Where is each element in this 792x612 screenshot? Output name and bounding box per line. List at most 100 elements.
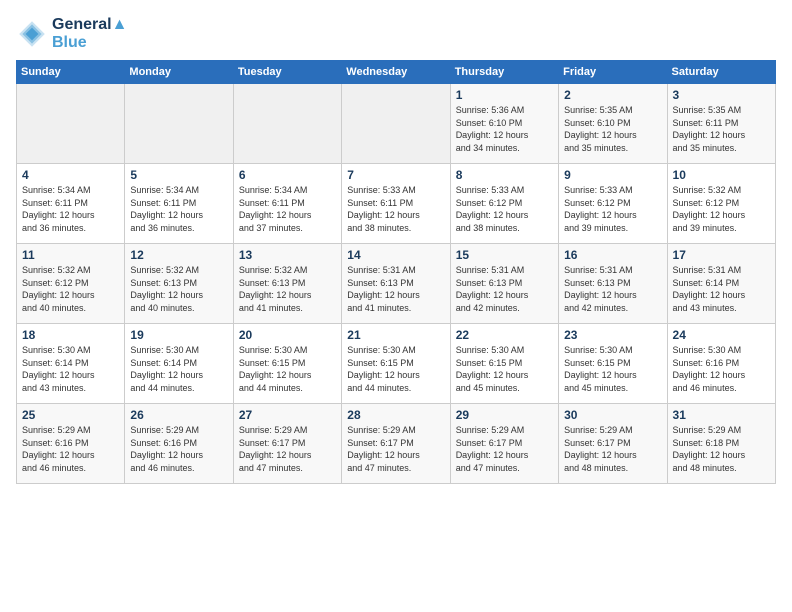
day-number: 14 [347,248,444,262]
calendar-day-cell [125,84,233,164]
day-number: 24 [673,328,770,342]
calendar-day-cell: 24 Sunrise: 5:30 AM Sunset: 6:16 PM Dayli… [667,324,775,404]
day-of-week-header: Sunday [17,61,125,84]
calendar-day-cell: 4 Sunrise: 5:34 AM Sunset: 6:11 PM Daylig… [17,164,125,244]
calendar-day-cell: 11 Sunrise: 5:32 AM Sunset: 6:12 PM Dayli… [17,244,125,324]
day-of-week-header: Thursday [450,61,558,84]
calendar-day-cell: 25 Sunrise: 5:29 AM Sunset: 6:16 PM Dayli… [17,404,125,484]
calendar-day-cell [233,84,341,164]
day-info: Sunrise: 5:33 AM Sunset: 6:12 PM Dayligh… [564,184,661,234]
calendar-week-row: 1 Sunrise: 5:36 AM Sunset: 6:10 PM Daylig… [17,84,776,164]
calendar-day-cell: 13 Sunrise: 5:32 AM Sunset: 6:13 PM Dayli… [233,244,341,324]
page-header: General▲ Blue [16,16,776,52]
day-number: 16 [564,248,661,262]
day-number: 18 [22,328,119,342]
calendar-week-row: 11 Sunrise: 5:32 AM Sunset: 6:12 PM Dayli… [17,244,776,324]
calendar-day-cell: 28Sunrise: 5:29 AM Sunset: 6:17 PM Dayli… [342,404,450,484]
calendar-week-row: 4 Sunrise: 5:34 AM Sunset: 6:11 PM Daylig… [17,164,776,244]
day-of-week-header: Tuesday [233,61,341,84]
day-info: Sunrise: 5:34 AM Sunset: 6:11 PM Dayligh… [22,184,119,234]
day-number: 27 [239,408,336,422]
calendar-day-cell: 20 Sunrise: 5:30 AM Sunset: 6:15 PM Dayli… [233,324,341,404]
calendar-week-row: 25 Sunrise: 5:29 AM Sunset: 6:16 PM Dayli… [17,404,776,484]
day-number: 25 [22,408,119,422]
day-info: Sunrise: 5:29 AM Sunset: 6:17 PM Dayligh… [239,424,336,474]
day-info: Sunrise: 5:31 AM Sunset: 6:13 PM Dayligh… [564,264,661,314]
day-info: Sunrise: 5:29 AM Sunset: 6:17 PM Dayligh… [456,424,553,474]
calendar-day-cell: 31 Sunrise: 5:29 AM Sunset: 6:18 PM Dayli… [667,404,775,484]
day-number: 20 [239,328,336,342]
calendar-day-cell: 29Sunrise: 5:29 AM Sunset: 6:17 PM Dayli… [450,404,558,484]
day-info: Sunrise: 5:30 AM Sunset: 6:14 PM Dayligh… [130,344,227,394]
calendar-day-cell: 5 Sunrise: 5:34 AM Sunset: 6:11 PM Daylig… [125,164,233,244]
calendar-day-cell [342,84,450,164]
day-info: Sunrise: 5:32 AM Sunset: 6:12 PM Dayligh… [673,184,770,234]
day-number: 15 [456,248,553,262]
calendar-day-cell: 22 Sunrise: 5:30 AM Sunset: 6:15 PM Dayli… [450,324,558,404]
day-info: Sunrise: 5:32 AM Sunset: 6:13 PM Dayligh… [130,264,227,314]
day-number: 31 [673,408,770,422]
day-number: 10 [673,168,770,182]
day-number: 2 [564,88,661,102]
calendar-day-cell: 14 Sunrise: 5:31 AM Sunset: 6:13 PM Dayli… [342,244,450,324]
day-number: 23 [564,328,661,342]
day-info: Sunrise: 5:33 AM Sunset: 6:12 PM Dayligh… [456,184,553,234]
calendar-day-cell: 30 Sunrise: 5:29 AM Sunset: 6:17 PM Dayli… [559,404,667,484]
day-of-week-header: Friday [559,61,667,84]
day-number: 21 [347,328,444,342]
logo-text: General▲ Blue [52,16,127,52]
day-info: Sunrise: 5:29 AM Sunset: 6:16 PM Dayligh… [22,424,119,474]
calendar-day-cell: 15 Sunrise: 5:31 AM Sunset: 6:13 PM Dayli… [450,244,558,324]
day-info: Sunrise: 5:30 AM Sunset: 6:14 PM Dayligh… [22,344,119,394]
calendar-day-cell: 7Sunrise: 5:33 AM Sunset: 6:11 PM Daylig… [342,164,450,244]
day-number: 22 [456,328,553,342]
day-info: Sunrise: 5:32 AM Sunset: 6:12 PM Dayligh… [22,264,119,314]
day-info: Sunrise: 5:35 AM Sunset: 6:11 PM Dayligh… [673,104,770,154]
day-info: Sunrise: 5:35 AM Sunset: 6:10 PM Dayligh… [564,104,661,154]
day-info: Sunrise: 5:30 AM Sunset: 6:15 PM Dayligh… [239,344,336,394]
day-number: 17 [673,248,770,262]
calendar-day-cell: 10 Sunrise: 5:32 AM Sunset: 6:12 PM Dayli… [667,164,775,244]
day-info: Sunrise: 5:29 AM Sunset: 6:16 PM Dayligh… [130,424,227,474]
day-info: Sunrise: 5:29 AM Sunset: 6:17 PM Dayligh… [564,424,661,474]
day-of-week-header: Saturday [667,61,775,84]
calendar-header-row: SundayMondayTuesdayWednesdayThursdayFrid… [17,61,776,84]
day-number: 30 [564,408,661,422]
calendar-day-cell: 17 Sunrise: 5:31 AM Sunset: 6:14 PM Dayli… [667,244,775,324]
day-info: Sunrise: 5:30 AM Sunset: 6:15 PM Dayligh… [564,344,661,394]
day-info: Sunrise: 5:32 AM Sunset: 6:13 PM Dayligh… [239,264,336,314]
calendar-day-cell: 27 Sunrise: 5:29 AM Sunset: 6:17 PM Dayli… [233,404,341,484]
calendar-day-cell: 1 Sunrise: 5:36 AM Sunset: 6:10 PM Daylig… [450,84,558,164]
day-number: 9 [564,168,661,182]
calendar-day-cell: 9 Sunrise: 5:33 AM Sunset: 6:12 PM Daylig… [559,164,667,244]
calendar-day-cell [17,84,125,164]
day-info: Sunrise: 5:31 AM Sunset: 6:14 PM Dayligh… [673,264,770,314]
calendar-day-cell: 18 Sunrise: 5:30 AM Sunset: 6:14 PM Dayli… [17,324,125,404]
day-info: Sunrise: 5:34 AM Sunset: 6:11 PM Dayligh… [239,184,336,234]
day-number: 19 [130,328,227,342]
logo-icon [16,18,48,50]
calendar-day-cell: 23 Sunrise: 5:30 AM Sunset: 6:15 PM Dayli… [559,324,667,404]
day-info: Sunrise: 5:36 AM Sunset: 6:10 PM Dayligh… [456,104,553,154]
calendar-day-cell: 21 Sunrise: 5:30 AM Sunset: 6:15 PM Dayli… [342,324,450,404]
day-info: Sunrise: 5:31 AM Sunset: 6:13 PM Dayligh… [347,264,444,314]
day-number: 3 [673,88,770,102]
day-info: Sunrise: 5:30 AM Sunset: 6:15 PM Dayligh… [347,344,444,394]
day-info: Sunrise: 5:33 AM Sunset: 6:11 PM Dayligh… [347,184,444,234]
calendar-day-cell: 26 Sunrise: 5:29 AM Sunset: 6:16 PM Dayli… [125,404,233,484]
day-number: 1 [456,88,553,102]
calendar-day-cell: 19 Sunrise: 5:30 AM Sunset: 6:14 PM Dayli… [125,324,233,404]
day-number: 13 [239,248,336,262]
calendar-week-row: 18 Sunrise: 5:30 AM Sunset: 6:14 PM Dayli… [17,324,776,404]
day-number: 12 [130,248,227,262]
day-info: Sunrise: 5:31 AM Sunset: 6:13 PM Dayligh… [456,264,553,314]
day-number: 4 [22,168,119,182]
day-number: 5 [130,168,227,182]
day-info: Sunrise: 5:34 AM Sunset: 6:11 PM Dayligh… [130,184,227,234]
day-number: 26 [130,408,227,422]
day-number: 11 [22,248,119,262]
day-info: Sunrise: 5:29 AM Sunset: 6:18 PM Dayligh… [673,424,770,474]
day-info: Sunrise: 5:30 AM Sunset: 6:15 PM Dayligh… [456,344,553,394]
logo: General▲ Blue [16,16,127,52]
day-info: Sunrise: 5:30 AM Sunset: 6:16 PM Dayligh… [673,344,770,394]
